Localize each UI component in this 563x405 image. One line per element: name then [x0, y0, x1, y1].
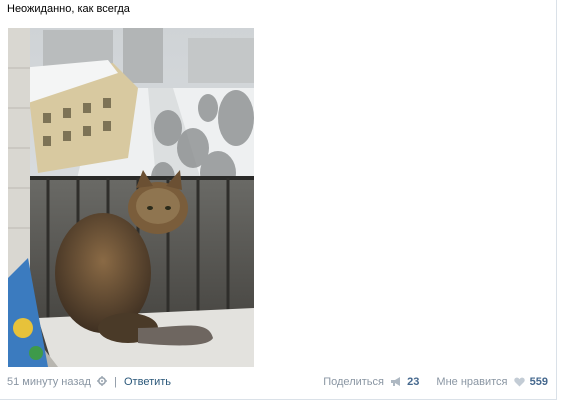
like-label: Мне нравится: [436, 376, 508, 388]
post-time[interactable]: 51 минуту назад: [7, 376, 91, 388]
wall-post: Неожиданно, как всегда 51 минуту назад |…: [0, 0, 557, 400]
gear-icon[interactable]: [97, 376, 108, 386]
post-footer: 51 минуту назад | Ответить Поделиться 23…: [7, 376, 548, 390]
post-photo[interactable]: [8, 28, 254, 367]
separator: |: [114, 376, 117, 388]
post-actions: Поделиться 23 Мне нравится 559: [323, 376, 548, 388]
like-button[interactable]: Мне нравится 559: [436, 376, 548, 388]
like-count: 559: [529, 376, 548, 388]
post-text: Неожиданно, как всегда: [7, 3, 130, 15]
share-button[interactable]: Поделиться 23: [323, 376, 422, 388]
heart-icon: [513, 377, 525, 387]
reply-link[interactable]: Ответить: [124, 376, 171, 388]
megaphone-icon: [391, 377, 401, 386]
share-count: 23: [407, 376, 420, 388]
share-label: Поделиться: [323, 376, 384, 388]
